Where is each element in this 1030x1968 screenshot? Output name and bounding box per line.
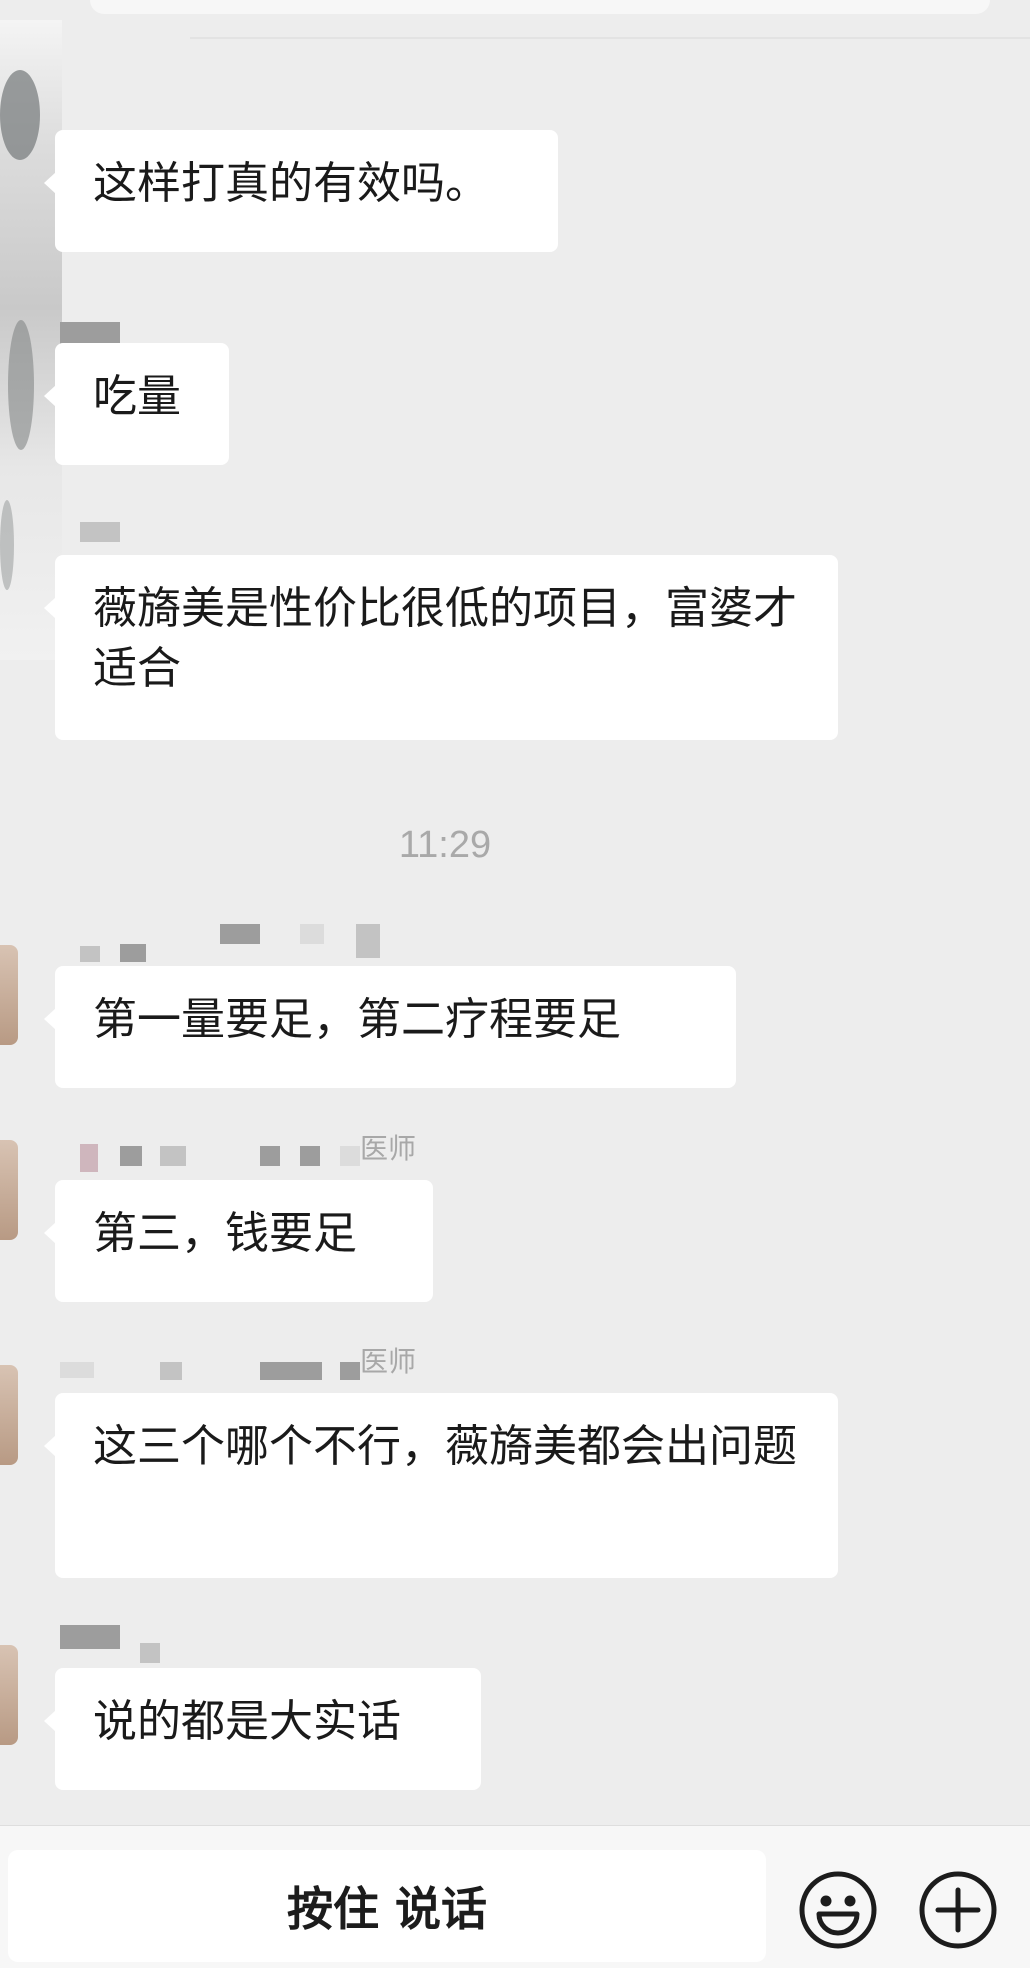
avatar[interactable] <box>0 1645 18 1745</box>
avatar[interactable] <box>0 1365 18 1465</box>
message-text: 薇旖美是性价比很低的项目，富婆才适合 <box>93 583 797 694</box>
sender-name-masked <box>60 322 140 344</box>
avatar[interactable] <box>0 945 18 1045</box>
sender-name-masked <box>80 522 140 544</box>
message-text: 吃量 <box>93 371 181 422</box>
timestamp-divider: 11:29 <box>398 824 492 866</box>
sender-name-masked <box>60 1625 180 1663</box>
message-bubble[interactable]: 这样打真的有效吗。 <box>44 130 558 252</box>
message-text: 这样打真的有效吗。 <box>93 158 489 209</box>
message-bubble[interactable]: 薇旖美是性价比很低的项目，富婆才适合 <box>44 555 838 740</box>
plus-circle-icon[interactable] <box>918 1870 998 1950</box>
message-bubble[interactable]: 这三个哪个不行，薇旖美都会出问题 <box>44 1393 838 1578</box>
previous-message-edge <box>90 0 990 14</box>
divider <box>190 37 1030 39</box>
message-bubble[interactable]: 第一量要足，第二疗程要足 <box>44 966 736 1088</box>
input-bar: 按住 说话 <box>0 1825 1030 1968</box>
hold-to-talk-button[interactable]: 按住 说话 <box>8 1850 766 1962</box>
avatar[interactable] <box>0 1140 18 1240</box>
sender-name-masked <box>80 1130 360 1172</box>
sender-name-suffix: 医师 <box>360 1132 417 1165</box>
emoji-smile-icon[interactable] <box>798 1870 878 1950</box>
sender-name-masked <box>80 924 420 962</box>
message-bubble[interactable]: 第三，钱要足 <box>44 1180 433 1302</box>
sender-name-suffix: 医师 <box>360 1345 417 1378</box>
message-text: 第一量要足，第二疗程要足 <box>93 994 621 1045</box>
message-text: 说的都是大实话 <box>93 1696 401 1747</box>
message-text: 第三，钱要足 <box>93 1208 357 1259</box>
message-bubble[interactable]: 说的都是大实话 <box>44 1668 481 1790</box>
sender-name-masked <box>60 1346 360 1380</box>
chat-area[interactable]: 这样打真的有效吗。 吃量 薇旖美是性价比很低的项目，富婆才适合 11:29 第一… <box>0 0 1030 1825</box>
message-text: 这三个哪个不行，薇旖美都会出问题 <box>93 1421 797 1472</box>
message-bubble[interactable]: 吃量 <box>44 343 229 465</box>
background-art <box>0 20 62 660</box>
